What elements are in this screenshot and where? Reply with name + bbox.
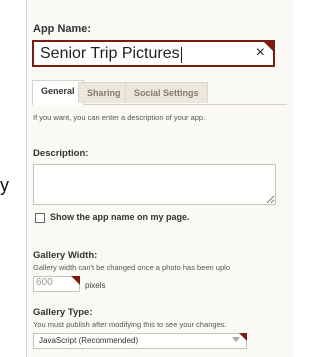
checkbox-icon[interactable]: [35, 213, 45, 223]
tab-general[interactable]: General: [32, 80, 84, 105]
gallery-type-label: Gallery Type:: [33, 307, 93, 318]
app-settings-panel: App Name: × General Sharing Social Setti…: [26, 0, 293, 357]
tab-sharing[interactable]: Sharing: [78, 82, 130, 103]
app-name-field[interactable]: ×: [32, 40, 275, 67]
settings-tabs: General Sharing Social Settings: [32, 80, 287, 105]
gallery-type-selected: JavaScript (Recommended): [39, 336, 139, 345]
gallery-width-label: Gallery Width:: [33, 250, 98, 261]
tab-social-settings[interactable]: Social Settings: [125, 82, 208, 103]
edge-text-fragment: y: [0, 175, 9, 195]
gallery-type-select[interactable]: JavaScript (Recommended): [33, 333, 247, 349]
description-intro-hint: If you want, you can enter a description…: [33, 113, 206, 122]
corner-accent: [239, 333, 247, 341]
corner-accent: [264, 42, 273, 51]
gallery-width-unit: pixels: [85, 281, 106, 290]
app-name-label: App Name:: [33, 23, 92, 35]
show-name-label[interactable]: Show the app name on my page.: [50, 212, 190, 222]
gallery-width-value: 600: [36, 277, 53, 288]
description-textarea[interactable]: [33, 164, 276, 205]
description-label: Description:: [33, 148, 89, 159]
gallery-width-input[interactable]: 600: [33, 276, 80, 292]
corner-accent: [71, 276, 80, 285]
text-caret: [181, 47, 182, 63]
app-name-input[interactable]: [40, 43, 240, 65]
gallery-width-hint: Gallery width can't be changed once a ph…: [33, 263, 230, 272]
gallery-type-hint: You must publish after modifying this to…: [33, 320, 227, 329]
